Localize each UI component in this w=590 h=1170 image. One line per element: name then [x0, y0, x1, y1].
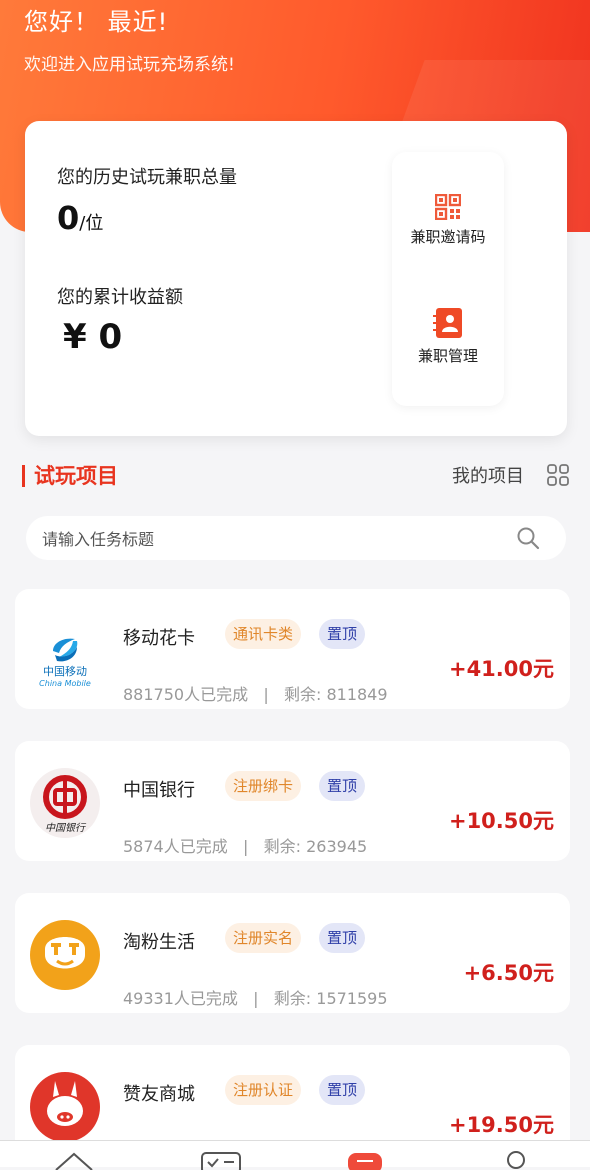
pin-tag: 置顶 — [319, 771, 366, 801]
quick-actions-panel: 兼职邀请码 兼职管理 — [392, 152, 504, 406]
task-meta: 5874人已完成 | 剩余: 263945 — [123, 837, 368, 856]
task-name: 赞友商城 — [123, 1084, 195, 1105]
projects-tab-icon[interactable] — [348, 1150, 382, 1170]
manage-label: 兼职管理 — [417, 347, 478, 365]
stats-card: 您的历史试玩兼职总量 0/位 您的累计收益额 ¥ 0 兼职邀请码 兼职管理 — [25, 121, 567, 436]
history-label: 您的历史试玩兼职总量 — [57, 167, 237, 188]
category-tag: 注册实名 — [225, 923, 302, 953]
history-number: 0 — [57, 199, 80, 237]
pin-tag: 置顶 — [319, 1075, 366, 1105]
taofen-logo — [29, 919, 101, 991]
history-value: 0/位 — [57, 199, 103, 237]
history-unit: /位 — [79, 213, 104, 234]
welcome-text: 欢迎进入应用试玩充场系统! — [24, 55, 235, 75]
task-card[interactable]: 中国银行 中国银行 注册绑卡 置顶 5874人已完成 | 剩余: 263945 … — [15, 741, 570, 861]
section-title: 试玩项目 — [34, 464, 118, 488]
section-header: 试玩项目 我的项目 — [22, 458, 570, 494]
qr-code-icon — [435, 194, 461, 220]
grid-icon[interactable] — [546, 463, 570, 487]
task-name: 中国银行 — [123, 780, 195, 801]
search-input[interactable] — [40, 516, 504, 562]
china-mobile-logo: 中国移动 China Mobile — [29, 615, 101, 688]
task-price: +10.50元 — [448, 809, 554, 833]
greeting-text: 您好！ 最近! — [24, 8, 169, 36]
my-projects-link[interactable]: 我的项目 — [452, 462, 524, 488]
search-icon[interactable] — [516, 526, 540, 550]
category-tag: 注册认证 — [225, 1075, 302, 1105]
task-meta: 49331人已完成 | 剩余: 1571595 — [123, 989, 388, 1008]
zanyou-logo — [29, 1071, 101, 1143]
logo-text-cn: 中国移动 — [43, 665, 87, 678]
task-meta: 881750人已完成 | 剩余: 811849 — [123, 685, 388, 704]
income-label: 您的累计收益额 — [57, 287, 183, 308]
pin-tag: 置顶 — [319, 619, 366, 649]
invite-code-button[interactable]: 兼职邀请码 — [392, 194, 504, 247]
profile-icon[interactable] — [500, 1150, 532, 1170]
home-icon[interactable] — [54, 1150, 94, 1170]
category-tag: 注册绑卡 — [225, 771, 302, 801]
income-value: ¥ 0 — [63, 317, 123, 357]
invite-code-label: 兼职邀请码 — [410, 228, 486, 246]
task-price: +41.00元 — [448, 657, 554, 681]
bank-of-china-logo: 中国银行 — [29, 767, 101, 839]
category-tag: 通讯卡类 — [225, 619, 302, 649]
task-price: +6.50元 — [463, 961, 554, 985]
task-name: 移动花卡 — [123, 628, 195, 649]
task-name: 淘粉生活 — [123, 932, 195, 953]
search-bar — [26, 516, 566, 562]
id-card-icon — [433, 308, 462, 338]
task-price: +19.50元 — [448, 1113, 554, 1137]
pin-tag: 置顶 — [319, 923, 366, 953]
section-accent-bar — [22, 465, 25, 487]
manage-button[interactable]: 兼职管理 — [392, 307, 504, 366]
bottom-tab-bar — [0, 1140, 590, 1170]
task-list-icon[interactable] — [200, 1150, 242, 1170]
task-card[interactable]: 淘粉生活 注册实名 置顶 49331人已完成 | 剩余: 1571595 +6.… — [15, 893, 570, 1013]
logo-text-cn: 中国银行 — [45, 822, 87, 834]
task-card[interactable]: 中国移动 China Mobile 移动花卡 通讯卡类 置顶 881750人已完… — [15, 589, 570, 709]
logo-text-en: China Mobile — [39, 679, 91, 687]
